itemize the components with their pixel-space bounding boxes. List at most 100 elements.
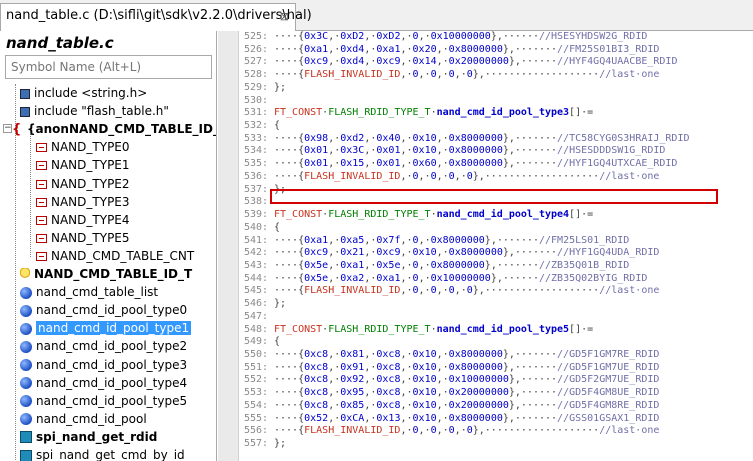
symbol-tree-item-label: spi_nand_get_cmd_by_id (36, 448, 185, 461)
symbol-tree-item-label: include "flash_table.h" (34, 104, 169, 119)
symbol-tree-item[interactable]: spi_nand_get_rdid (20, 428, 157, 446)
code-token: ,· (400, 247, 413, 259)
code-token: ····{ (274, 56, 305, 68)
code-token: FLASH_RDID_TYPE_T (328, 323, 431, 335)
code-token: ,· (400, 69, 413, 81)
code-token: ,· (400, 234, 413, 246)
symbol-tree-item[interactable]: nand_cmd_id_pool_type4 (20, 374, 187, 392)
symbol-tree-item[interactable]: nand_cmd_id_pool_type1 (20, 319, 192, 337)
symbol-tree-item[interactable]: include "flash_table.h" (20, 102, 169, 120)
line-number: 528: (244, 69, 269, 81)
code-token: ····{ (274, 259, 305, 271)
symbol-search-input[interactable] (5, 55, 212, 79)
symbol-tree-item-label: spi_nand_get_rdid (36, 429, 158, 444)
enum-member-icon (36, 197, 47, 207)
code-token: ,· (400, 399, 413, 411)
file-tab[interactable]: nand_table.c (D:\sifli\git\sdk\v2.2.0\dr… (0, 3, 312, 31)
symbol-tree-item-label: NAND_CMD_TABLE_CNT (51, 248, 195, 263)
code-line: 533: ····{0x98,·0xd2,·0x40,·0x10,·0x80000… (244, 133, 690, 145)
symbol-tree-item[interactable]: nand_cmd_id_pool_type2 (20, 337, 187, 355)
variable-icon (20, 304, 32, 317)
code-token: FT_CONST (274, 209, 323, 221)
symbol-tree-item-label: NAND_TYPE0 (51, 140, 130, 155)
symbol-tree-item[interactable]: NAND_TYPE4 (36, 211, 130, 229)
code-token: //last·one (599, 285, 660, 297)
code-token: ,· (328, 145, 341, 157)
close-tab-icon[interactable]: ⊠ (280, 10, 289, 23)
code-token: },··················· (472, 170, 600, 182)
code-line: 527: ····{0xc9,·0xd4,·0xc9,·0x14,·0x20000… (244, 56, 677, 68)
symbol-tree-item[interactable]: {{anonNAND_CMD_TABLE_ID_ (12, 120, 216, 138)
code-token: },······· (502, 349, 558, 360)
code-token: ,· (436, 285, 449, 297)
line-number: 536: (244, 170, 269, 182)
symbol-tree-item[interactable]: NAND_CMD_TABLE_ID_T (20, 265, 192, 283)
code-line: 556: ····{FLASH_INVALID_ID,·0,·0,·0,·0},·… (244, 425, 659, 437)
code-token: 0xa1 (376, 43, 401, 55)
code-token: { (274, 336, 281, 348)
code-editor[interactable]: 525: ····{0x3C,·0xD2,·0xD2,·0,·0x10000000… (218, 31, 753, 461)
line-number: 554: (244, 399, 269, 411)
code-token: 0x13 (376, 412, 401, 424)
code-line: 534: ····{0x01,·0x3C,·0x01,·0x10,·0x80000… (244, 145, 665, 157)
symbol-tree-item[interactable]: nand_cmd_id_pool_type5 (20, 392, 187, 410)
code-token: ,· (400, 285, 413, 297)
code-token: ,· (400, 259, 413, 271)
code-token: 0x8000000 (448, 43, 503, 55)
code-line: 531: FT_CONST·FLASH_RDID_TYPE_T·nand_cmd_… (244, 107, 593, 119)
code-token: 0x20 (412, 43, 437, 55)
collapse-toggle-icon[interactable]: − (3, 124, 12, 134)
code-line: 553: ····{0xc8,·0x95,·0xc8,·0x10,·0x20000… (244, 387, 659, 399)
symbol-tree-item[interactable]: NAND_TYPE5 (36, 229, 130, 247)
symbol-tree-item-label: nand_cmd_id_pool_type0 (36, 303, 188, 318)
code-line: 548: FT_CONST·FLASH_RDID_TYPE_T·nand_cmd_… (244, 324, 593, 336)
code-token: 0x10 (412, 132, 437, 144)
code-token: ,· (418, 259, 431, 271)
enum-member-icon (36, 161, 47, 171)
symbol-tree-item[interactable]: NAND_TYPE3 (36, 193, 130, 211)
code-token: ,· (364, 234, 377, 246)
symbol-tree-item[interactable]: spi_nand_get_cmd_by_id (20, 446, 185, 461)
symbol-tree-item-label: NAND_TYPE2 (51, 176, 130, 191)
code-token: ,· (418, 234, 431, 246)
code-line: 536: ····{FLASH_INVALID_ID,·0,·0,·0,·0},·… (244, 171, 659, 183)
line-number: 533: (244, 132, 269, 144)
code-token: 0x10000000 (430, 272, 491, 284)
code-line: 554: ····{0xc8,·0x85,·0xc8,·0x10,·0x20000… (244, 400, 659, 412)
code-line: 551: ····{0xc8,·0x91,·0xc8,·0x10,·0x80000… (244, 362, 659, 374)
symbol-tree-item[interactable]: nand_cmd_id_pool_type0 (20, 301, 187, 319)
code-token: ,· (364, 349, 377, 360)
code-token: 0x52 (304, 412, 329, 424)
code-token: ····{ (274, 234, 305, 246)
line-number: 546: (244, 298, 269, 310)
symbol-tree-item[interactable]: include <string.h> (20, 84, 147, 102)
code-token: 0x85 (340, 399, 365, 411)
symbol-tree-item[interactable]: nand_cmd_id_pool (20, 410, 147, 428)
code-token: ,· (328, 272, 341, 284)
symbol-tree-item[interactable]: nand_cmd_table_list (20, 283, 158, 301)
enum-member-icon (36, 143, 47, 153)
code-token: 0xc8 (376, 361, 401, 373)
symbol-tree-item[interactable]: NAND_TYPE0 (36, 138, 130, 156)
code-line: 539: FT_CONST·FLASH_RDID_TYPE_T·nand_cmd_… (244, 209, 593, 221)
code-token: //GD5F4GM8RE_RDID (557, 399, 660, 411)
code-token: 0x8000000 (448, 247, 503, 259)
line-number: 551: (244, 361, 269, 373)
symbol-tree-item[interactable]: NAND_CMD_TABLE_CNT (36, 247, 194, 265)
code-token: ,· (436, 412, 449, 424)
symbol-tree-item[interactable]: nand_cmd_id_pool_type3 (20, 356, 187, 374)
code-token: },······· (502, 247, 558, 259)
code-token: ····{ (274, 399, 305, 411)
code-line: 532: { (244, 120, 280, 132)
function-icon (20, 431, 32, 444)
code-token: },······· (502, 43, 558, 55)
code-token: },······· (502, 145, 558, 157)
code-token: ····{ (274, 132, 305, 144)
code-token: ,· (400, 132, 413, 144)
code-token: //FM25LS01_RDID (538, 234, 630, 246)
symbol-tree-item[interactable]: NAND_TYPE2 (36, 175, 130, 193)
code-token: ,· (400, 31, 413, 42)
code-token: FLASH_INVALID_ID (304, 425, 401, 437)
code-token: ····{ (274, 272, 305, 284)
symbol-tree-item[interactable]: NAND_TYPE1 (36, 156, 130, 174)
